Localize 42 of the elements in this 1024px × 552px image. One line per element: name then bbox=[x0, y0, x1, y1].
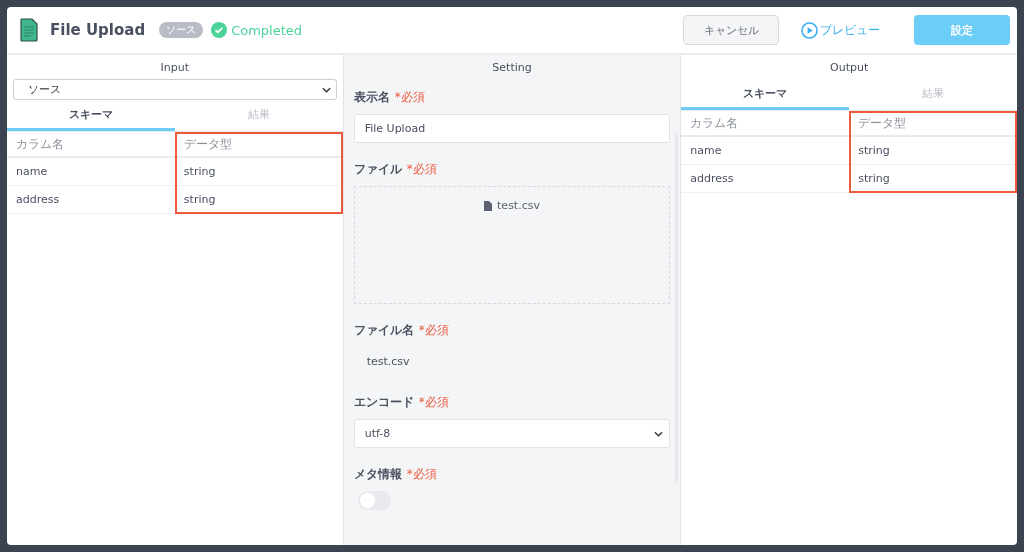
cancel-button[interactable]: キャンセル bbox=[683, 15, 779, 45]
column-header: カラム名 bbox=[15, 136, 65, 153]
field-label: エンコード bbox=[353, 394, 414, 411]
table-cell-text: name bbox=[15, 164, 49, 180]
table-cell-text: name bbox=[689, 143, 723, 159]
field-label: ファイル名 bbox=[353, 322, 414, 339]
required-mark: *必須 bbox=[418, 322, 449, 339]
check-icon bbox=[211, 22, 228, 38]
input-field[interactable]: File Upload bbox=[353, 114, 671, 143]
tab[interactable]: スキーマ bbox=[7, 103, 175, 131]
file-icon bbox=[484, 201, 493, 211]
status-label: Completed bbox=[231, 22, 303, 38]
panel-title: Output bbox=[829, 60, 870, 76]
column-header: データ型 bbox=[182, 136, 233, 153]
tab[interactable]: スキーマ bbox=[681, 82, 850, 110]
file-name: test.csv bbox=[497, 199, 540, 212]
required-mark: *必須 bbox=[406, 466, 437, 483]
panel-title: Setting bbox=[491, 60, 533, 76]
table-cell-text: address bbox=[15, 192, 61, 208]
table-cell-text: string bbox=[857, 171, 891, 187]
table-cell-text: string bbox=[182, 192, 217, 208]
table-cell-text: address bbox=[689, 171, 735, 187]
field-label: メタ情報 bbox=[353, 466, 402, 483]
required-mark: *必須 bbox=[406, 161, 437, 178]
field-value: test.csv bbox=[365, 354, 411, 370]
file-drop-zone[interactable]: test.csv bbox=[353, 186, 671, 304]
required-mark: *必須 bbox=[418, 394, 449, 411]
field-label: 表示名 bbox=[353, 89, 390, 106]
play-icon bbox=[801, 21, 818, 39]
table-cell-text: string bbox=[857, 143, 891, 159]
panel-title: Input bbox=[159, 60, 191, 76]
source-select[interactable]: ソース bbox=[13, 79, 337, 100]
dialog-title: File Upload bbox=[50, 21, 146, 39]
column-header: カラム名 bbox=[689, 115, 740, 132]
table-cell-text: string bbox=[182, 164, 217, 180]
required-mark: *必須 bbox=[394, 89, 425, 106]
chevron-down-icon bbox=[654, 430, 664, 437]
column-header: データ型 bbox=[857, 115, 908, 132]
chevron-down-icon bbox=[321, 86, 331, 93]
encoding-select[interactable]: utf-8 bbox=[353, 419, 671, 448]
field-label: ファイル bbox=[353, 161, 402, 178]
document-icon bbox=[20, 18, 38, 42]
